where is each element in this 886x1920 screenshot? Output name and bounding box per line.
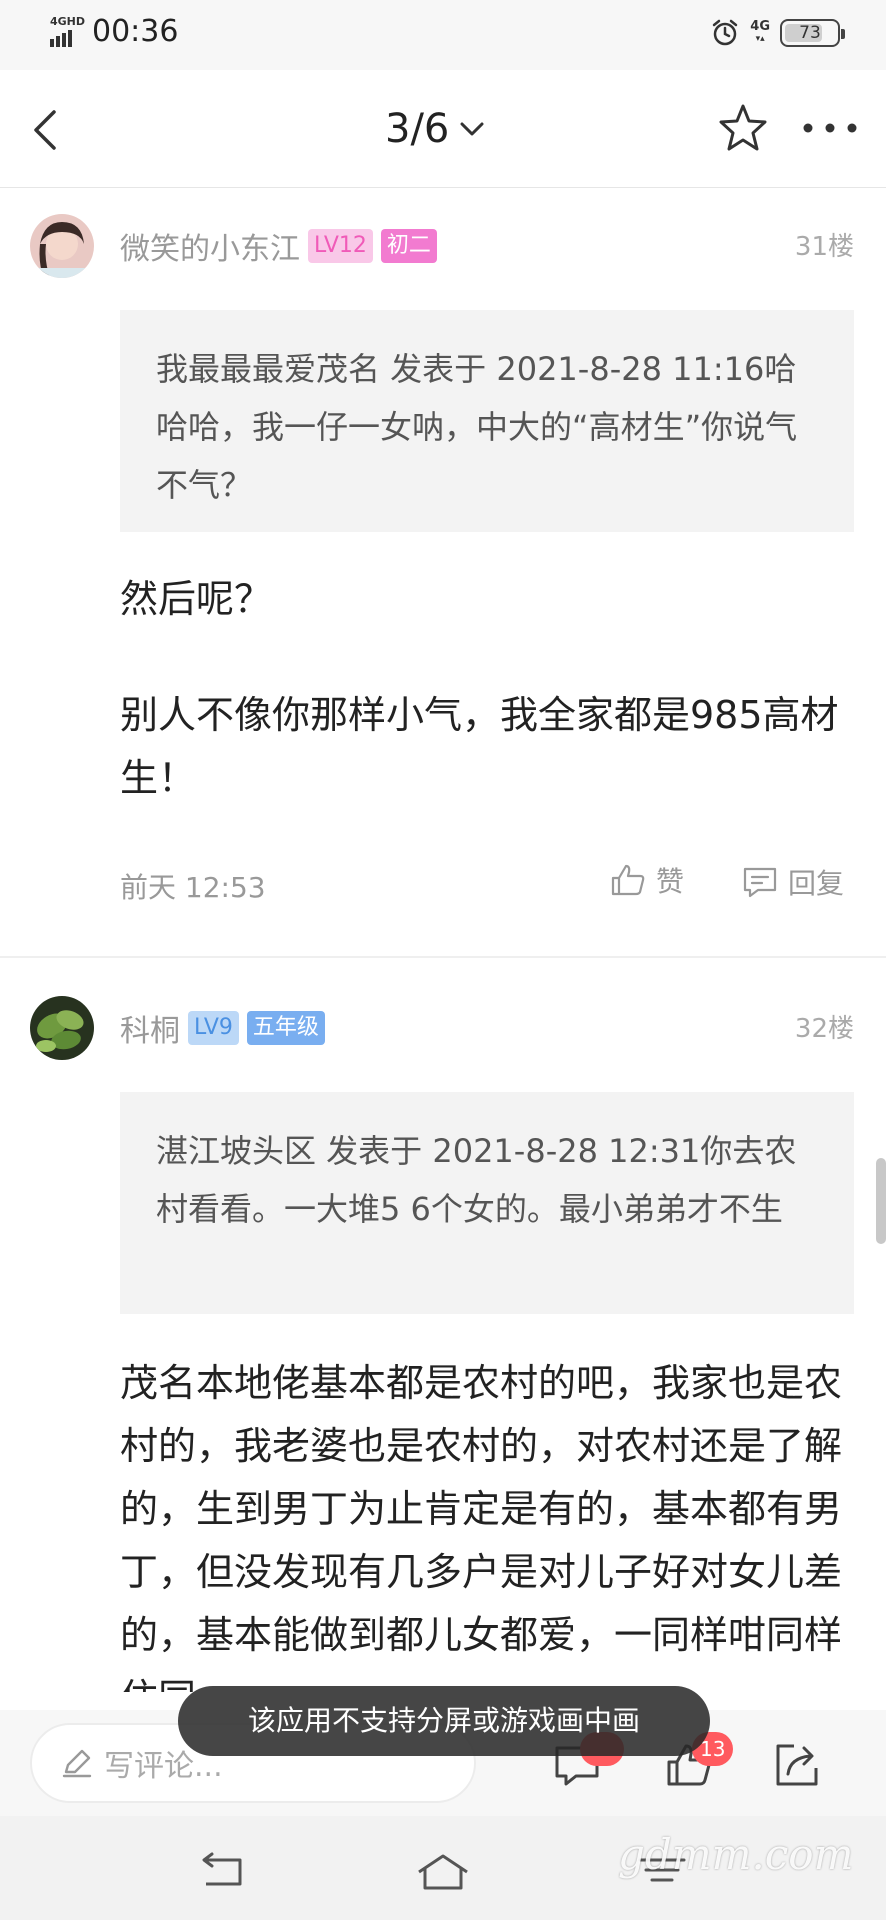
page-indicator[interactable]: 3/6 <box>385 106 489 152</box>
reply-button[interactable]: 回复 <box>740 862 844 902</box>
network-type: 4GHD <box>50 14 86 28</box>
floor-number: 32楼 <box>794 1014 854 1044</box>
post-divider <box>0 956 886 958</box>
user-row: 科桐 LV9 五年级 <box>120 1006 325 1050</box>
post-text: 茂名本地佬基本都是农村的吧，我家也是农村的，我老婆也是农村的，对农村还是了解的，… <box>120 1361 843 1692</box>
toast-message: 该应用不支持分屏或游戏画中画 <box>178 1686 710 1756</box>
status-bar: 4GHD 00:36 4G ▾▴ 73 <box>0 0 886 70</box>
quote-text: 我最最最爱茂名 发表于 2021-8-28 11:16哈哈哈，我一仔一女呐，中大… <box>156 350 798 504</box>
comment-icon <box>743 867 777 898</box>
floor-number: 31楼 <box>794 232 854 262</box>
battery-icon: 73 <box>780 19 845 47</box>
status-time: 00:36 <box>92 14 179 49</box>
thumbs-up-icon <box>611 864 645 896</box>
avatar[interactable] <box>30 996 94 1060</box>
status-right: 4G ▾▴ 73 <box>710 18 845 48</box>
quote-box: 湛江坡头区 发表于 2021-8-28 12:31你去农村看看。一大堆5 6个女… <box>120 1092 854 1314</box>
post-text: 然后呢？ <box>120 577 273 621</box>
more-options-icon[interactable] <box>800 116 860 140</box>
watermark: gdmm.com <box>618 1830 854 1879</box>
username[interactable]: 科桐 <box>120 1006 180 1050</box>
share-icon[interactable] <box>772 1740 822 1790</box>
reply-label: 回复 <box>788 867 845 900</box>
scroll-indicator[interactable] <box>876 1158 886 1244</box>
status-left: 4GHD 00:36 <box>48 14 178 49</box>
like-button[interactable]: 赞 <box>608 860 684 900</box>
network-4g-indicator: 4G ▾▴ <box>750 19 770 44</box>
signal-icon: 4GHD <box>48 15 86 49</box>
battery-level: 73 <box>799 23 821 43</box>
avatar[interactable] <box>30 214 94 278</box>
home-icon[interactable] <box>413 1850 473 1894</box>
chevron-down-icon <box>460 122 484 136</box>
level-badge: LV9 <box>188 1011 239 1045</box>
level-badge: LV12 <box>308 229 373 263</box>
post-text: 别人不像你那样小气，我全家都是985高材生！ <box>120 693 839 800</box>
post-time: 前天 12:53 <box>120 871 266 904</box>
quote-text: 湛江坡头区 发表于 2021-8-28 12:31你去农村看看。一大堆5 6个女… <box>156 1132 797 1228</box>
pencil-icon <box>62 1749 92 1778</box>
page-indicator-label: 3/6 <box>385 106 450 152</box>
grade-badge: 初二 <box>380 229 437 263</box>
alarm-icon <box>713 19 738 46</box>
star-icon[interactable] <box>715 100 771 156</box>
back-icon[interactable] <box>192 1850 252 1894</box>
post-item: 科桐 LV9 五年级 32楼 湛江坡头区 发表于 2021-8-28 12:31… <box>0 972 886 1710</box>
like-label: 赞 <box>656 865 685 898</box>
quote-box: 我最最最爱茂名 发表于 2021-8-28 11:16哈哈哈，我一仔一女呐，中大… <box>120 310 854 532</box>
user-row: 微笑的小东江 LV12 初二 <box>120 224 437 268</box>
post-item: 微笑的小东江 LV12 初二 31楼 我最最最爱茂名 发表于 2021-8-28… <box>0 190 886 956</box>
nav-bar: 3/6 <box>0 70 886 188</box>
back-arrow-icon[interactable] <box>22 100 72 160</box>
grade-badge: 五年级 <box>246 1011 325 1045</box>
username[interactable]: 微笑的小东江 <box>120 224 300 268</box>
